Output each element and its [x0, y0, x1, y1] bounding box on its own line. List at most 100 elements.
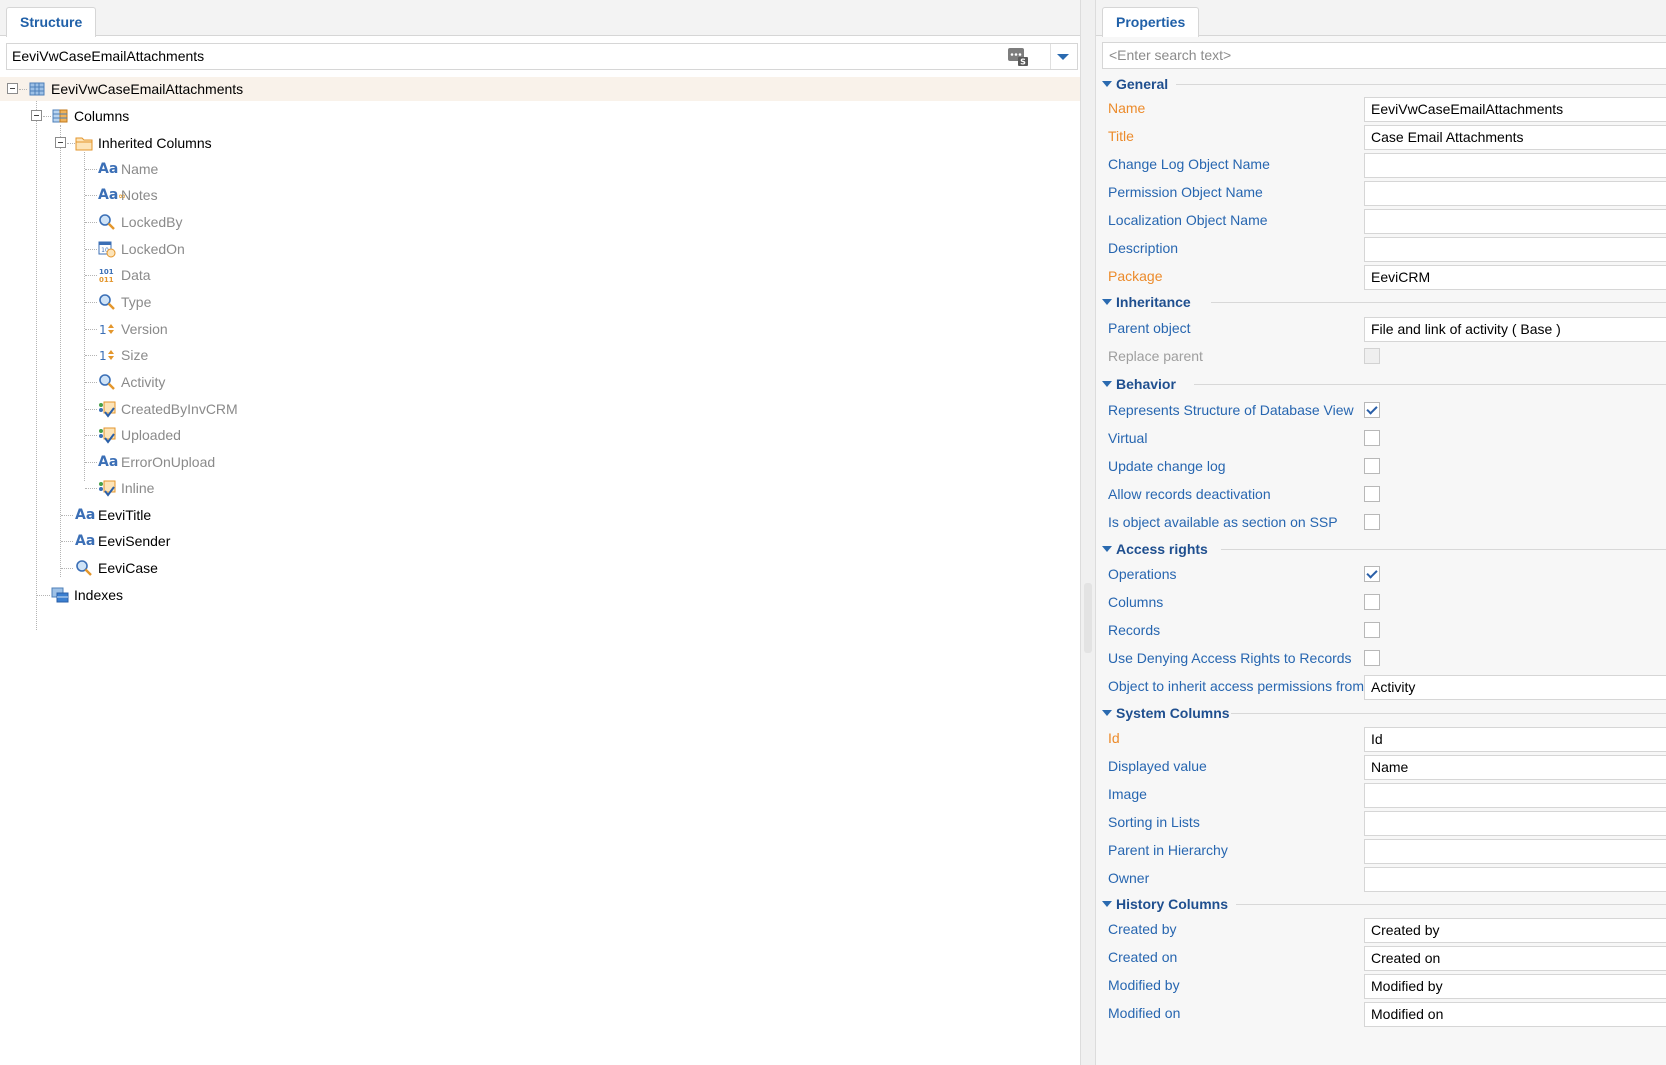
update-change-log-checkbox[interactable]	[1364, 458, 1380, 474]
package-field[interactable]: EeviCRM	[1364, 265, 1666, 290]
tree-node-label: ErrorOnUpload	[121, 454, 216, 470]
prop-label-inherit-permissions: Object to inherit access permissions fro…	[1108, 678, 1364, 694]
tree-node-label: Type	[121, 294, 152, 310]
tree-node-label: Data	[121, 267, 151, 283]
collapse-arrow-icon	[1102, 81, 1112, 87]
tree-node-inherited-name[interactable]: Aa Name	[0, 157, 400, 181]
tree-node-label: LockedOn	[121, 241, 185, 257]
tree-node-inherited-data[interactable]: 101 011 Data	[0, 263, 400, 287]
tree-node-inherited-lockedby[interactable]: LockedBy	[0, 210, 400, 234]
tree-node-eevisender[interactable]: Aa EeviSender	[0, 529, 400, 553]
created-by-field[interactable]: Created by	[1364, 918, 1666, 943]
schema-select[interactable]: EeviVwCaseEmailAttachments S	[6, 43, 1078, 70]
virtual-checkbox[interactable]	[1364, 430, 1380, 446]
sql-script-icon[interactable]: S	[1007, 47, 1029, 67]
chevron-down-icon[interactable]	[1057, 54, 1069, 60]
splitter-handle[interactable]	[1084, 583, 1092, 653]
sorting-column-field[interactable]	[1364, 811, 1666, 836]
columns-icon	[52, 109, 68, 123]
collapse-arrow-icon	[1102, 546, 1112, 552]
tree-node-inherited-inline[interactable]: Inline	[0, 476, 400, 500]
parent-object-field[interactable]: File and link of activity ( Base )	[1364, 317, 1666, 342]
tree-node-inherited-columns[interactable]: Inherited Columns	[0, 131, 400, 155]
displayed-value-field[interactable]: Name	[1364, 755, 1666, 780]
group-header-inheritance[interactable]: Inheritance	[1102, 292, 1191, 312]
permission-object-field[interactable]	[1364, 181, 1666, 206]
folder-icon	[75, 137, 93, 151]
tree-node-indexes[interactable]: Indexes	[0, 583, 400, 607]
prop-label-modified-by: Modified by	[1108, 977, 1180, 993]
svg-text:S: S	[1020, 58, 1026, 67]
svg-text:101: 101	[99, 268, 114, 276]
datetime-column-icon: 10	[98, 241, 116, 258]
tree-node-inherited-activity[interactable]: Activity	[0, 370, 400, 394]
tree-node-inherited-uploaded[interactable]: Uploaded	[0, 423, 400, 447]
tree-node-columns[interactable]: Columns	[0, 104, 400, 128]
tree-node-inherited-version[interactable]: 1 Version	[0, 317, 400, 341]
property-search-input[interactable]: <Enter search text>	[1102, 42, 1666, 69]
tree-node-inherited-createdbyinvcrm[interactable]: CreatedByInvCRM	[0, 397, 400, 421]
collapse-arrow-icon	[1102, 381, 1112, 387]
group-header-access-rights[interactable]: Access rights	[1102, 539, 1208, 559]
panel-splitter[interactable]	[1080, 0, 1096, 1065]
tab-structure[interactable]: Structure	[6, 7, 97, 37]
prop-label-virtual: Virtual	[1108, 430, 1148, 446]
prop-label-id: Id	[1108, 730, 1120, 746]
localization-object-field[interactable]	[1364, 209, 1666, 234]
tree-node-inherited-size[interactable]: 1 Size	[0, 343, 400, 367]
tree-node-root[interactable]: EeviVwCaseEmailAttachments	[0, 77, 1080, 101]
inherit-permissions-field[interactable]: Activity	[1364, 675, 1666, 700]
parent-hierarchy-field[interactable]	[1364, 839, 1666, 864]
collapse-toggle[interactable]	[31, 110, 42, 121]
created-on-field[interactable]: Created on	[1364, 946, 1666, 971]
prop-label-displayed-value: Displayed value	[1108, 758, 1207, 774]
prop-label-represents-view: Represents Structure of Database View	[1108, 402, 1354, 418]
modified-on-field[interactable]: Modified on	[1364, 1002, 1666, 1027]
tree-node-label: Indexes	[74, 587, 124, 603]
collapse-toggle[interactable]	[55, 137, 66, 148]
tree-node-label: EeviCase	[98, 560, 158, 576]
group-header-history-columns[interactable]: History Columns	[1102, 894, 1228, 914]
prop-label-parent-object: Parent object	[1108, 320, 1191, 336]
title-field[interactable]: Case Email Attachments	[1364, 125, 1666, 150]
object-icon	[29, 82, 45, 96]
tree-node-inherited-erroronupload[interactable]: Aa ErrorOnUpload	[0, 450, 400, 474]
prop-label-denying-rights: Use Denying Access Rights to Records	[1108, 650, 1352, 666]
structure-panel: Structure EeviVwCaseEmailAttachments S E…	[0, 0, 1080, 1065]
prop-label-ssp-section: Is object available as section on SSP	[1108, 514, 1338, 530]
tab-properties[interactable]: Properties	[1102, 7, 1200, 37]
collapse-arrow-icon	[1102, 710, 1112, 716]
lookup-column-icon	[99, 214, 115, 230]
prop-label-package: Package	[1108, 268, 1163, 284]
tree-node-eevititle[interactable]: Aa EeviTitle	[0, 503, 400, 527]
represents-view-checkbox[interactable]	[1364, 402, 1380, 418]
group-title: History Columns	[1116, 896, 1229, 912]
boolean-column-icon	[99, 427, 116, 444]
image-column-field[interactable]	[1364, 783, 1666, 808]
prop-label-replace-parent: Replace parent	[1108, 348, 1203, 364]
integer-column-icon: 1	[99, 323, 114, 337]
name-field[interactable]: EeviVwCaseEmailAttachments	[1364, 97, 1666, 122]
id-column-field[interactable]: Id	[1364, 727, 1666, 752]
group-header-general[interactable]: General	[1102, 74, 1168, 94]
modified-by-field[interactable]: Modified by	[1364, 974, 1666, 999]
columns-rights-checkbox[interactable]	[1364, 594, 1380, 610]
group-header-behavior[interactable]: Behavior	[1102, 374, 1176, 394]
records-rights-checkbox[interactable]	[1364, 622, 1380, 638]
records-deactivation-checkbox[interactable]	[1364, 486, 1380, 502]
ssp-section-checkbox[interactable]	[1364, 514, 1380, 530]
svg-text:1: 1	[99, 349, 107, 363]
description-field[interactable]	[1364, 237, 1666, 262]
group-header-system-columns[interactable]: System Columns	[1102, 703, 1230, 723]
tree-node-inherited-notes[interactable]: Aa∞ Notes	[0, 183, 400, 207]
denying-rights-checkbox[interactable]	[1364, 650, 1380, 666]
change-log-object-field[interactable]	[1364, 153, 1666, 178]
tree-node-inherited-type[interactable]: Type	[0, 290, 400, 314]
text-column-icon: Aa	[75, 533, 96, 549]
owner-column-field[interactable]	[1364, 867, 1666, 892]
operations-checkbox[interactable]	[1364, 566, 1380, 582]
properties-panel: Properties <Enter search text> General N…	[1096, 0, 1666, 1065]
tree-node-eevicase[interactable]: EeviCase	[0, 556, 400, 580]
tree-node-inherited-lockedon[interactable]: 10 LockedOn	[0, 237, 400, 261]
collapse-toggle[interactable]	[7, 83, 18, 94]
